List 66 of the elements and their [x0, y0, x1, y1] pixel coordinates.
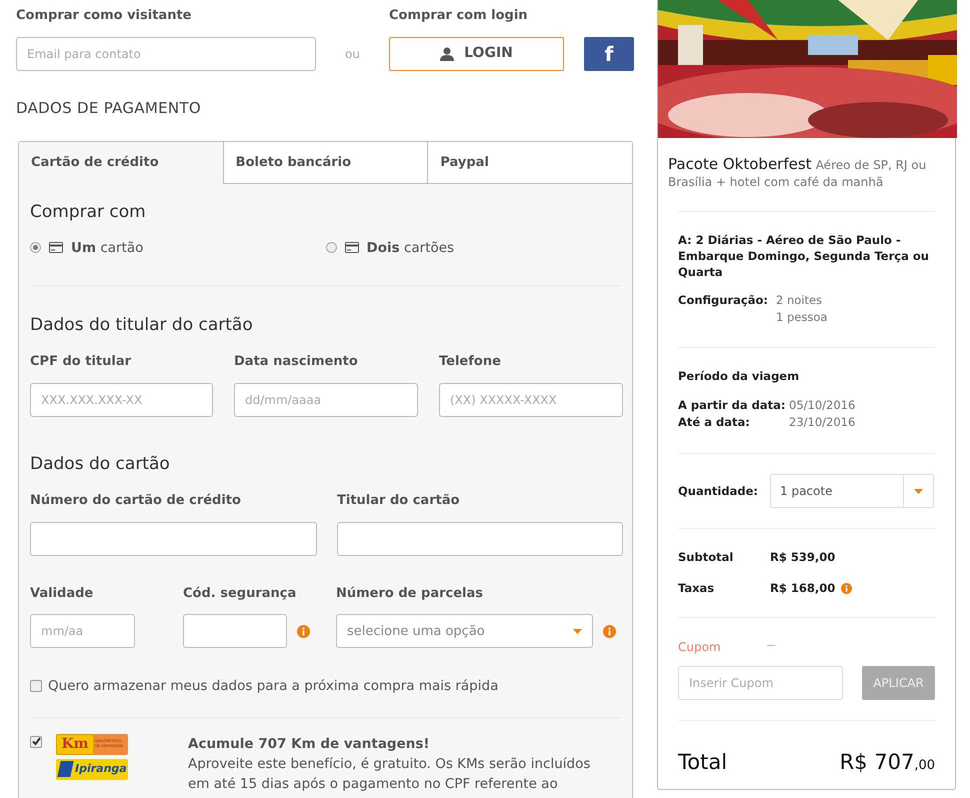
- option-label: Dois cartões: [366, 238, 454, 258]
- config-label: Configuração:: [678, 292, 768, 309]
- quantity-dropdown[interactable]: 1 pacote: [770, 474, 934, 508]
- quantity-label: Quantidade:: [678, 482, 759, 500]
- section-label: Comprar com login: [389, 7, 529, 25]
- checkbox[interactable]: [30, 736, 42, 748]
- package-option: A: 2 Diárias - Aéreo de São Paulo - Embarque Domingo, Segunda Terça ou Quarta: [678, 232, 935, 280]
- total-label: Total: [678, 748, 728, 776]
- date-value: 05/10/2016: [789, 396, 856, 414]
- login-button[interactable]: LOGIN: [389, 36, 564, 70]
- caret-icon: [573, 628, 582, 634]
- field-label: Titular do cartão: [337, 492, 461, 510]
- package-subtitle: Brasília + hotel com café da manhã: [668, 174, 884, 191]
- coupon-field[interactable]: Inserir Cupom: [678, 666, 843, 700]
- dropdown[interactable]: selecione uma opção: [336, 614, 593, 648]
- option-label: Um cartão: [71, 238, 144, 258]
- radio-button[interactable]: [326, 242, 336, 254]
- package-subtitle: Aéreo de SP, RJ ou: [816, 158, 926, 172]
- facebook-button[interactable]: f: [584, 36, 634, 70]
- user-icon: [440, 46, 454, 60]
- config-value: 2 noites: [776, 292, 824, 309]
- price-value: R$ 168,00: [770, 580, 836, 596]
- separator-text: ou: [345, 46, 360, 62]
- payment-tab[interactable]: Paypal: [427, 142, 632, 184]
- period-title: Período da viagem: [678, 368, 800, 384]
- email-field[interactable]: Email para contato: [16, 36, 316, 70]
- section-label: Comprar como visitante: [16, 7, 192, 25]
- config-value: 1 pessoa: [776, 309, 828, 326]
- credit-card-icon: [49, 242, 63, 254]
- coupon-label: Cupom: [678, 638, 721, 656]
- field-label: Número do cartão de crédito: [30, 492, 242, 510]
- promo-text: Aproveite este benefício, é gratuito. Os KMs serão incluídos em até 15 dias após o pagamento no CPF referente ao: [188, 754, 592, 794]
- date-label: A partir da data:: [678, 396, 787, 414]
- text-field[interactable]: [337, 522, 623, 556]
- section-heading: Dados do titular do cartão: [30, 314, 254, 337]
- field-label: Cód. segurança: [183, 584, 298, 603]
- promo-title: Acumule 707 Km de vantagens!: [188, 734, 431, 754]
- credit-card-icon: [344, 242, 358, 254]
- field-label: Validade: [30, 584, 94, 603]
- caret-icon: [914, 488, 923, 494]
- text-field[interactable]: dd/mm/aaaa: [234, 382, 418, 417]
- price-label: Subtotal: [678, 549, 734, 566]
- collapse-dash: —: [766, 640, 776, 653]
- checkbox[interactable]: [30, 680, 42, 692]
- ipiranga-logo: Ipiranga: [56, 758, 128, 780]
- total-amount: R$ 707,00: [840, 748, 935, 776]
- field-label: Data nascimento: [234, 353, 359, 372]
- package-title: Pacote Oktoberfest: [668, 155, 812, 173]
- price-value: R$ 539,00: [770, 549, 836, 566]
- date-label: Até a data:: [678, 414, 751, 431]
- text-field[interactable]: XXX.XXX.XXX-XX: [30, 382, 213, 417]
- text-field[interactable]: (XX) XXXXX-XXXX: [439, 382, 623, 417]
- field-label: Número de parcelas: [336, 584, 484, 603]
- field-label: Telefone: [439, 353, 502, 372]
- section-title: DADOS DE PAGAMENTO: [16, 98, 202, 118]
- radio-button[interactable]: [30, 242, 41, 254]
- text-field[interactable]: mm/aa: [30, 614, 135, 648]
- text-field[interactable]: [183, 614, 287, 648]
- section-heading: Dados do cartão: [30, 452, 171, 476]
- text-field[interactable]: [30, 522, 317, 556]
- price-label: Taxas: [678, 580, 716, 596]
- section-heading: Comprar com: [30, 201, 147, 224]
- field-label: CPF do titular: [30, 353, 132, 372]
- checkbox-label: Quero armazenar meus dados para a próxima compra mais rápida: [48, 677, 498, 696]
- payment-tab[interactable]: Boleto bancário: [222, 142, 428, 184]
- date-value: 23/10/2016: [789, 414, 856, 431]
